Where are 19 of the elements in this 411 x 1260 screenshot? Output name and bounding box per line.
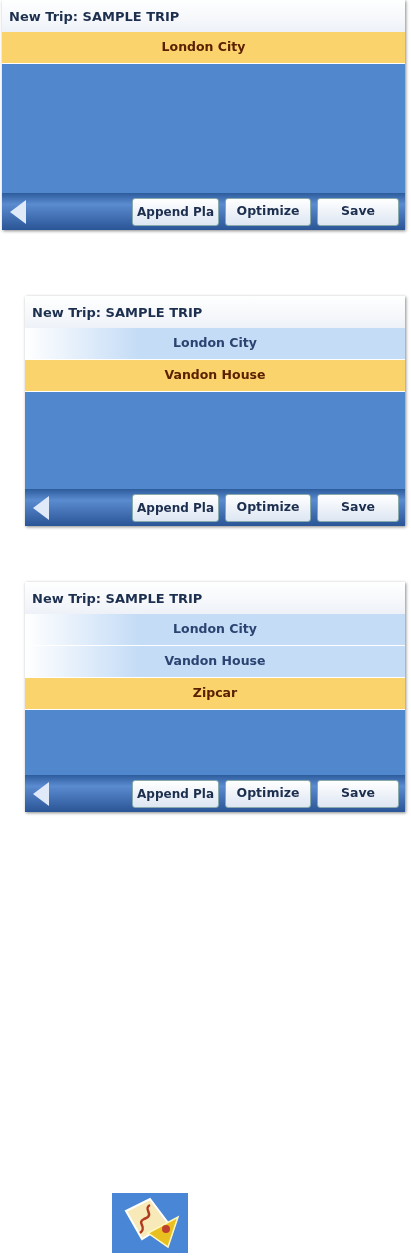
toolbar-button[interactable]: Optimize bbox=[225, 493, 311, 522]
trip-stop-item[interactable]: London City bbox=[25, 328, 405, 360]
toolbar-button[interactable]: Save bbox=[317, 493, 399, 522]
toolbar-button[interactable]: Optimize bbox=[225, 779, 311, 808]
trip-stop-item[interactable]: Vandon House bbox=[25, 646, 405, 678]
app-icon[interactable] bbox=[112, 1193, 188, 1253]
trip-stop-item[interactable]: Vandon House bbox=[25, 360, 405, 392]
toolbar-button[interactable]: Save bbox=[317, 779, 399, 808]
screen-title: New Trip: SAMPLE TRIP bbox=[25, 582, 405, 614]
toolbar-button[interactable]: Append Pla bbox=[132, 493, 219, 522]
screen-title: New Trip: SAMPLE TRIP bbox=[2, 0, 405, 32]
trip-stop-item[interactable]: London City bbox=[2, 32, 405, 64]
toolbar-button[interactable]: Save bbox=[317, 197, 399, 226]
screen-title: New Trip: SAMPLE TRIP bbox=[25, 296, 405, 328]
trip-stop-item[interactable]: Zipcar bbox=[25, 678, 405, 710]
toolbar-button[interactable]: Append Pla bbox=[132, 197, 219, 226]
toolbar-button[interactable]: Optimize bbox=[225, 197, 311, 226]
toolbar-button[interactable]: Append Pla bbox=[132, 779, 219, 808]
trip-stop-item[interactable]: London City bbox=[25, 614, 405, 646]
